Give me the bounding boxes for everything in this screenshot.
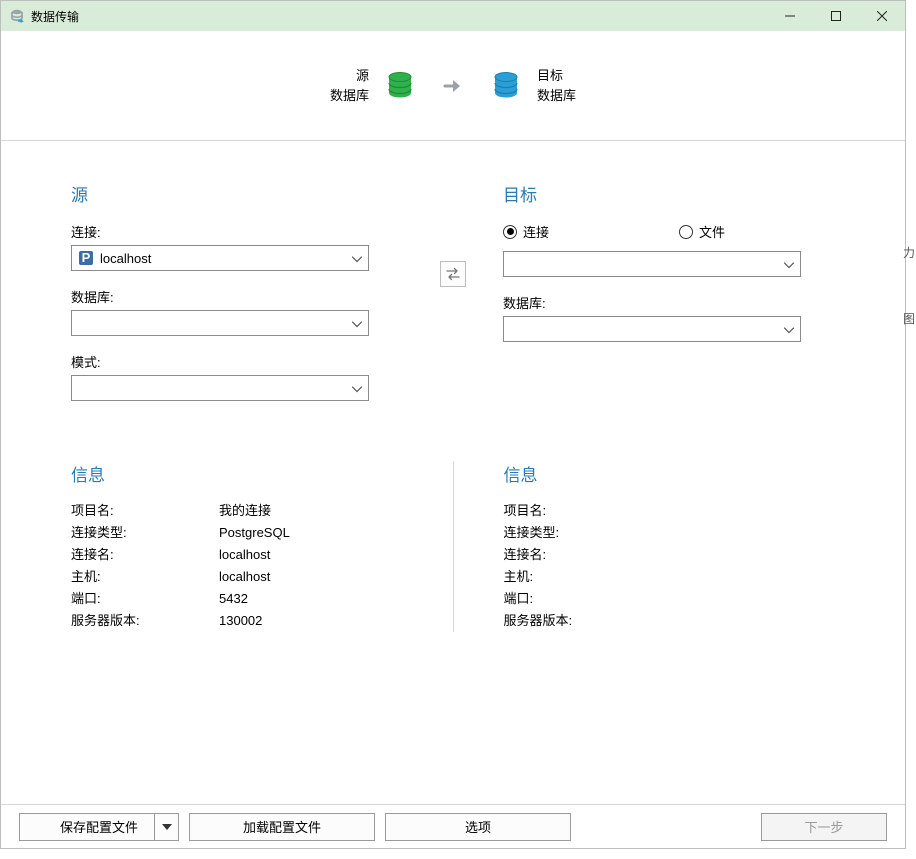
- info-line: 连接名:: [504, 544, 836, 566]
- options-button[interactable]: 选项: [385, 813, 571, 841]
- header-source-group: 源 数据库: [330, 66, 417, 106]
- info-value: 我的连接: [219, 500, 271, 522]
- info-line: 服务器版本:130002: [71, 610, 395, 632]
- info-value: localhost: [219, 544, 270, 566]
- info-line: 项目名:我的连接: [71, 500, 395, 522]
- app-icon: [9, 8, 25, 24]
- target-connection-select[interactable]: [503, 251, 801, 277]
- chevron-down-icon: [352, 316, 362, 331]
- info-label: 端口:: [71, 588, 219, 610]
- info-value: 5432: [219, 588, 248, 610]
- info-label: 主机:: [504, 566, 652, 588]
- header-target-line2: 数据库: [537, 86, 576, 106]
- target-radio-connection-label: 连接: [523, 222, 549, 241]
- source-connection-label: 连接:: [71, 222, 395, 241]
- info-label: 端口:: [504, 588, 652, 610]
- triangle-down-icon: [162, 824, 172, 830]
- chevron-down-icon: [784, 257, 794, 272]
- titlebar: 数据传输: [1, 1, 905, 31]
- target-section-header: 目标: [503, 181, 835, 206]
- info-row: 信息 项目名:我的连接连接类型:PostgreSQL连接名:localhost主…: [1, 461, 905, 632]
- info-label: 服务器版本:: [71, 610, 219, 632]
- next-button[interactable]: 下一步: [761, 813, 887, 841]
- info-label: 项目名:: [71, 500, 219, 522]
- info-line: 端口:: [504, 588, 836, 610]
- info-line: 连接类型:PostgreSQL: [71, 522, 395, 544]
- main-area: 源 连接: P localhost 数据库:: [1, 141, 905, 804]
- target-database-select[interactable]: [503, 316, 801, 342]
- info-label: 项目名:: [504, 500, 652, 522]
- swap-source-target-button[interactable]: [440, 261, 466, 287]
- arrow-right-icon: [441, 74, 465, 98]
- info-line: 连接名:localhost: [71, 544, 395, 566]
- info-label: 连接类型:: [504, 522, 652, 544]
- header-source-text: 源 数据库: [330, 66, 369, 106]
- info-target-header: 信息: [504, 461, 836, 486]
- chevron-down-icon: [352, 251, 362, 266]
- save-profile-button[interactable]: 保存配置文件: [19, 813, 179, 841]
- info-source-header: 信息: [71, 461, 395, 486]
- minimize-button[interactable]: [767, 1, 813, 31]
- database-source-icon: [383, 69, 417, 103]
- window-title: 数据传输: [31, 8, 79, 25]
- info-line: 主机:: [504, 566, 836, 588]
- info-line: 端口:5432: [71, 588, 395, 610]
- background-window-edge: 力 图: [906, 0, 916, 859]
- info-line: 服务器版本:: [504, 610, 836, 632]
- source-section-header: 源: [71, 181, 395, 206]
- header-band: 源 数据库: [1, 31, 905, 141]
- save-profile-dropdown-button[interactable]: [154, 813, 178, 841]
- info-line: 连接类型:: [504, 522, 836, 544]
- source-connection-value: localhost: [100, 251, 151, 266]
- postgresql-icon: P: [78, 250, 94, 266]
- chevron-down-icon: [352, 381, 362, 396]
- svg-text:P: P: [82, 250, 91, 265]
- info-line: 项目名:: [504, 500, 836, 522]
- dialog-window: 数据传输 源 数据库: [0, 0, 906, 849]
- header-source-line1: 源: [330, 66, 369, 86]
- source-column: 源 连接: P localhost 数据库:: [1, 141, 453, 401]
- source-connection-select[interactable]: P localhost: [71, 245, 369, 271]
- target-radio-connection[interactable]: 连接: [503, 222, 549, 241]
- info-target-column: 信息 项目名:连接类型:连接名:主机:端口:服务器版本:: [454, 461, 906, 632]
- database-target-icon: [489, 69, 523, 103]
- header-target-text: 目标 数据库: [537, 66, 576, 106]
- info-value: localhost: [219, 566, 270, 588]
- chevron-down-icon: [784, 322, 794, 337]
- info-label: 服务器版本:: [504, 610, 652, 632]
- info-line: 主机:localhost: [71, 566, 395, 588]
- info-label: 主机:: [71, 566, 219, 588]
- load-profile-label: 加载配置文件: [243, 817, 321, 836]
- source-schema-label: 模式:: [71, 352, 395, 371]
- close-button[interactable]: [859, 1, 905, 31]
- info-value: PostgreSQL: [219, 522, 290, 544]
- next-label: 下一步: [804, 817, 843, 836]
- header-target-line1: 目标: [537, 66, 576, 86]
- info-label: 连接名:: [504, 544, 652, 566]
- options-label: 选项: [465, 817, 491, 836]
- info-source-column: 信息 项目名:我的连接连接类型:PostgreSQL连接名:localhost主…: [1, 461, 453, 632]
- source-schema-select[interactable]: [71, 375, 369, 401]
- target-radio-file-label: 文件: [699, 222, 725, 241]
- radio-unselected-icon: [679, 225, 693, 239]
- source-database-select[interactable]: [71, 310, 369, 336]
- source-database-label: 数据库:: [71, 287, 395, 306]
- header-source-line2: 数据库: [330, 86, 369, 106]
- footer-bar: 保存配置文件 加载配置文件 选项 下一步: [1, 804, 905, 848]
- save-profile-label: 保存配置文件: [60, 817, 138, 836]
- target-database-label: 数据库:: [503, 293, 835, 312]
- target-radio-file[interactable]: 文件: [679, 222, 725, 241]
- info-value: 130002: [219, 610, 262, 632]
- target-column: 目标 连接 文件 数据库:: [453, 141, 905, 401]
- radio-selected-icon: [503, 225, 517, 239]
- maximize-button[interactable]: [813, 1, 859, 31]
- info-label: 连接名:: [71, 544, 219, 566]
- header-target-group: 目标 数据库: [489, 66, 576, 106]
- load-profile-button[interactable]: 加载配置文件: [189, 813, 375, 841]
- info-label: 连接类型:: [71, 522, 219, 544]
